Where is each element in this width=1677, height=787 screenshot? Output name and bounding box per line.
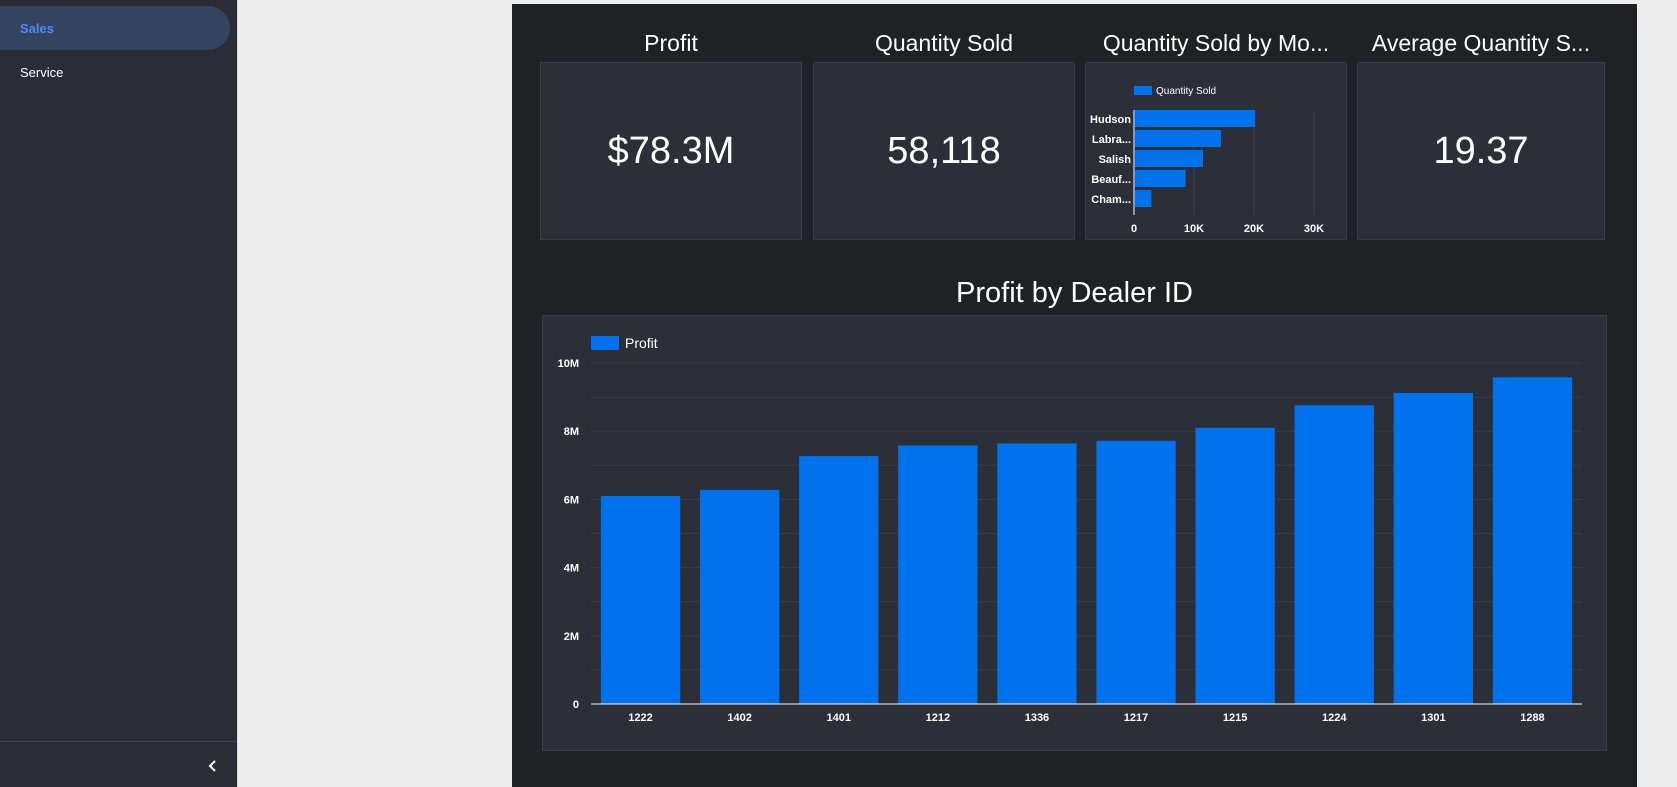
profit-scorecard[interactable]: $78.3M xyxy=(540,62,802,240)
legend-swatch xyxy=(591,336,619,350)
chevron-left-icon xyxy=(208,760,216,772)
bar[interactable] xyxy=(1195,427,1275,704)
x-tick-label: 1402 xyxy=(727,712,751,724)
x-tick-label: 1288 xyxy=(1520,712,1544,724)
bar[interactable] xyxy=(1135,150,1203,167)
sidebar-item-service[interactable]: Service xyxy=(0,50,230,94)
sidebar-divider xyxy=(0,741,237,742)
quantity-sold-scorecard[interactable]: 58,118 xyxy=(813,62,1075,240)
model-chart-card[interactable]: Quantity Sold Hudson Labra... Salish Beauf.… xyxy=(1085,62,1347,240)
y-tick-label: 0 xyxy=(573,699,579,711)
x-tick-label: 1215 xyxy=(1223,712,1247,724)
bar[interactable] xyxy=(1294,405,1374,704)
y-tick-label: 8M xyxy=(564,426,579,438)
legend-label: Profit xyxy=(625,335,658,351)
sidebar-item-sales[interactable]: Sales xyxy=(0,6,230,50)
sidebar: Sales Service xyxy=(0,0,238,787)
dealer-chart-card[interactable]: Profit 0 2M 4M 6M 8M 10M 1222 1402 1401 1212 1336 1… xyxy=(542,315,1607,751)
bar[interactable] xyxy=(1492,377,1573,704)
collapse-sidebar-button[interactable] xyxy=(202,755,224,777)
y-tick-label: 6M xyxy=(564,494,579,506)
x-tick-label: 1301 xyxy=(1421,712,1445,724)
y-tick-label: Labra... xyxy=(1092,134,1131,146)
x-tick-label: 1212 xyxy=(926,712,950,724)
quantity-sold-value: 58,118 xyxy=(887,129,1001,172)
bar[interactable] xyxy=(799,456,879,704)
sidebar-item-label: Sales xyxy=(20,20,54,36)
bar[interactable] xyxy=(1135,130,1221,147)
bar[interactable] xyxy=(1135,190,1152,207)
y-tick-label: 2M xyxy=(564,631,579,643)
avg-quantity-value: 19.37 xyxy=(1433,129,1529,172)
legend-swatch xyxy=(1134,86,1152,95)
model-bar-chart: Quantity Sold Hudson Labra... Salish Beauf.… xyxy=(1090,86,1324,235)
x-tick-label: 1401 xyxy=(827,712,851,724)
x-tick-label: 30K xyxy=(1304,223,1324,235)
x-tick-label: 1217 xyxy=(1124,712,1148,724)
model-chart-title: Quantity Sold by Mo... xyxy=(1102,30,1330,56)
profit-card-title: Profit xyxy=(644,30,698,56)
x-tick-label: 1222 xyxy=(628,712,652,724)
bar[interactable] xyxy=(1096,440,1176,704)
y-tick-label: 10M xyxy=(558,358,579,370)
report-canvas: Profit $78.3M Quantity Sold 58,118 Quant… xyxy=(512,4,1637,787)
y-tick-label: Beauf... xyxy=(1091,174,1131,186)
bar[interactable] xyxy=(1135,170,1186,187)
avg-quantity-scorecard[interactable]: 19.37 xyxy=(1357,62,1605,240)
avg-quantity-card-title: Average Quantity S... xyxy=(1371,30,1591,56)
y-tick-label: Cham... xyxy=(1091,194,1131,206)
y-tick-label: Salish xyxy=(1099,154,1132,166)
bar[interactable] xyxy=(1135,110,1256,127)
x-tick-label: 10K xyxy=(1184,223,1204,235)
x-tick-label: 1224 xyxy=(1322,712,1347,724)
x-tick-label: 20K xyxy=(1244,223,1264,235)
bar[interactable] xyxy=(700,489,780,704)
sidebar-item-label: Service xyxy=(20,64,64,80)
quantity-sold-card-title: Quantity Sold xyxy=(874,30,1014,56)
y-tick-label: 4M xyxy=(564,563,579,575)
bar[interactable] xyxy=(997,443,1077,704)
bar[interactable] xyxy=(1393,393,1473,704)
legend-label: Quantity Sold xyxy=(1156,86,1216,97)
x-tick-label: 1336 xyxy=(1025,712,1049,724)
dealer-bar-chart: Profit 0 2M 4M 6M 8M 10M 1222 1402 1401 1212 1336 1… xyxy=(558,335,1582,724)
profit-value: $78.3M xyxy=(607,129,735,172)
x-tick-label: 0 xyxy=(1131,223,1137,235)
bar[interactable] xyxy=(600,495,681,704)
y-tick-label: Hudson xyxy=(1090,114,1131,126)
bar[interactable] xyxy=(898,445,978,704)
dealer-chart-title: Profit by Dealer ID xyxy=(956,277,1193,309)
